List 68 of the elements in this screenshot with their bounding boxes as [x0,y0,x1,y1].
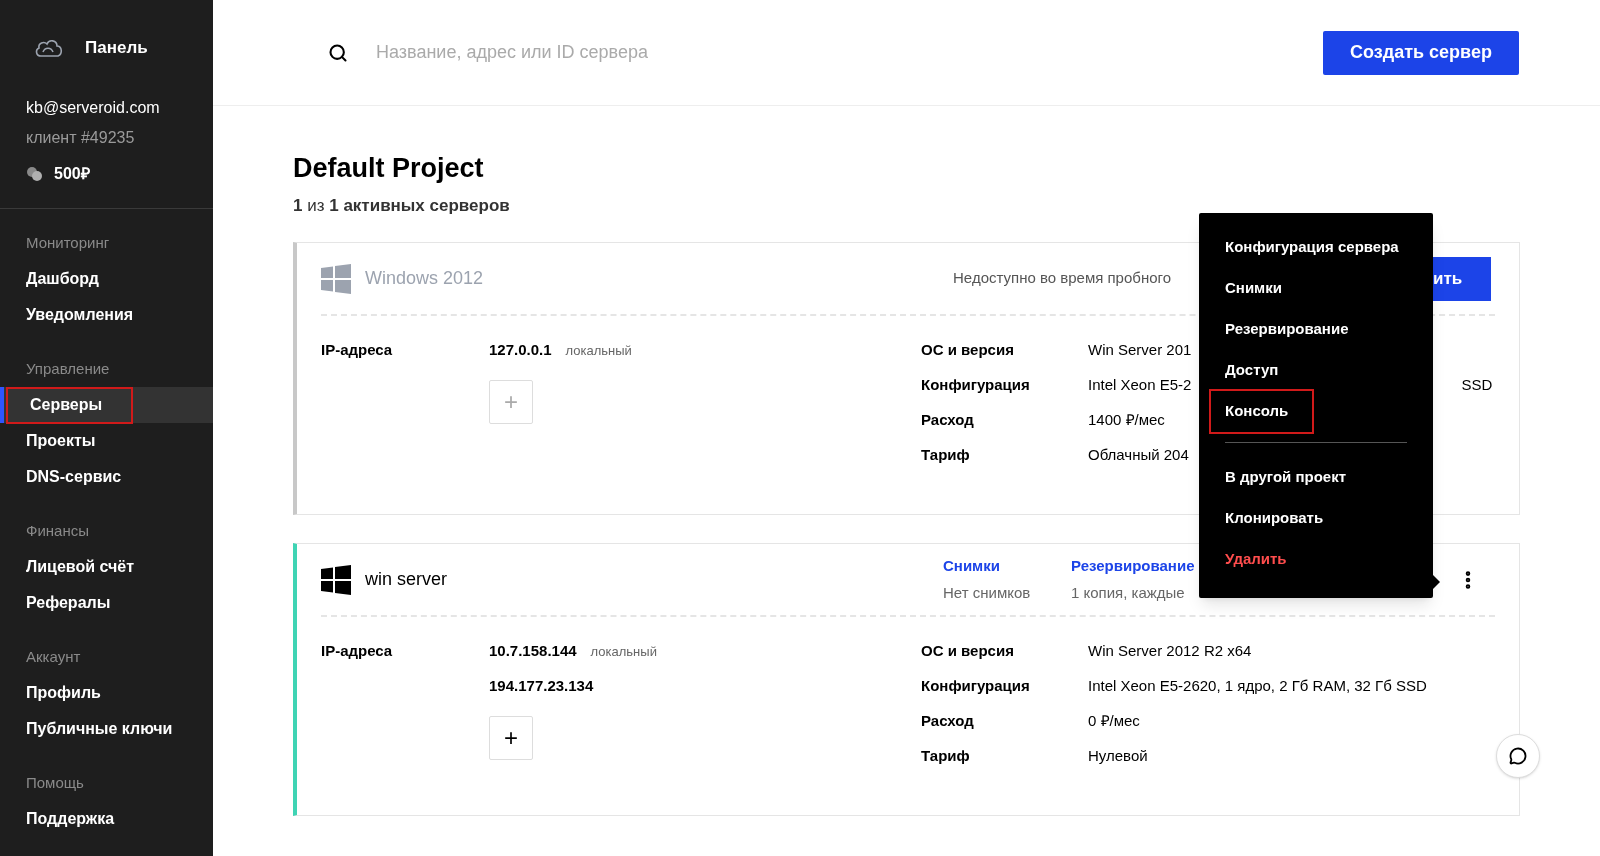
field-value: Intel Xeon E5-2620, 1 ядро, 2 Гб RAM, 32 Гб SSD [1088,676,1427,696]
field-label: Конфигурация [921,375,1031,395]
menu-item[interactable]: Резервирование [1225,318,1349,341]
ip-note: локальный [565,342,632,360]
create-server-button[interactable]: Создать сервер [1323,30,1519,75]
field-label: IP-адреса [321,340,394,360]
search-icon [328,42,348,63]
action-button[interactable]: ить [1431,256,1491,301]
nav-item[interactable]: Дашборд [0,261,213,297]
field-value: Win Server 2012 R2 x64 [1088,641,1252,661]
search-field[interactable]: Название, адрес или ID сервера [376,39,1323,66]
field-label: Конфигурация [921,676,1031,696]
client-number: клиент #49235 [26,128,136,148]
summary-link[interactable]: Снимки [943,555,1071,578]
account-email: kb@serveroid.com [26,98,161,118]
field-value: SSD [1461,375,1493,395]
server-name[interactable]: win server [365,566,448,593]
nav-item[interactable]: Публичные ключи [0,711,213,747]
ip-address: 127.0.0.1 [489,340,552,360]
brand-title: Панель [85,37,148,60]
summary-value: Нет снимков [943,582,1032,603]
menu-item[interactable]: Консоль [1225,400,1289,423]
nav-item[interactable]: Профиль [0,675,213,711]
windows-logo-icon [321,263,351,294]
menu-item[interactable]: В другой проект [1225,466,1346,489]
menu-item[interactable]: Клонировать [1225,507,1324,530]
balance: 500₽ [54,164,90,184]
nav-section-title: Финансы [25,520,90,541]
windows-logo-icon [321,564,351,595]
menu-item[interactable]: Доступ [1225,359,1279,382]
field-value: Win Server 201 [1088,340,1192,360]
nav-section-title: Аккаунт [25,646,82,667]
nav-section-title: Помощь [25,772,85,793]
field-label: Расход [921,711,975,731]
field-value: Облачный 204 [1088,445,1189,465]
field-label: ОС и версия [921,340,1015,360]
field-label: IP-адреса [321,641,394,661]
add-ip-button[interactable]: + [489,716,533,760]
ip-address: 194.177.23.134 [489,676,594,696]
status-text: Недоступно во время пробного [953,268,1171,289]
nav-item[interactable]: Уведомления [0,297,213,333]
nav-item[interactable]: Проекты [0,423,213,459]
server-count: 1 из 1 активных серверов [293,194,511,217]
menu-item[interactable]: Конфигурация сервера [1225,236,1399,259]
speech-bubble-icon [1509,747,1527,765]
field-label: Расход [921,410,975,430]
coins-icon [26,166,44,182]
menu-item[interactable]: Снимки [1225,277,1282,300]
field-label: ОС и версия [921,641,1015,661]
project-title: Default Project [293,152,485,185]
nav-item[interactable]: DNS-сервис [0,459,213,495]
field-value: Нулевой [1088,746,1148,766]
field-label: Тариф [921,746,971,766]
summary-value: 1 копия, каждые [1071,582,1186,603]
nav-item[interactable]: Поддержка [0,801,213,837]
field-value: Intel Xeon E5-2 [1088,375,1192,395]
menu-item[interactable]: Удалить [1225,548,1287,571]
nav-section-title: Мониторинг [25,232,111,253]
nav-item[interactable]: Лицевой счёт [0,549,213,585]
field-label: Тариф [921,445,971,465]
nav-section-title: Управление [25,358,111,379]
field-value: 1400 ₽/мес [1088,410,1165,430]
ip-note: локальный [590,643,657,661]
ip-address: 10.7.158.144 [489,641,577,661]
nav-item[interactable]: Серверы [0,387,213,423]
nav-item[interactable]: Рефералы [0,585,213,621]
summary-link[interactable]: Резервирование [1071,555,1199,578]
field-value: 0 ₽/мес [1088,711,1140,731]
